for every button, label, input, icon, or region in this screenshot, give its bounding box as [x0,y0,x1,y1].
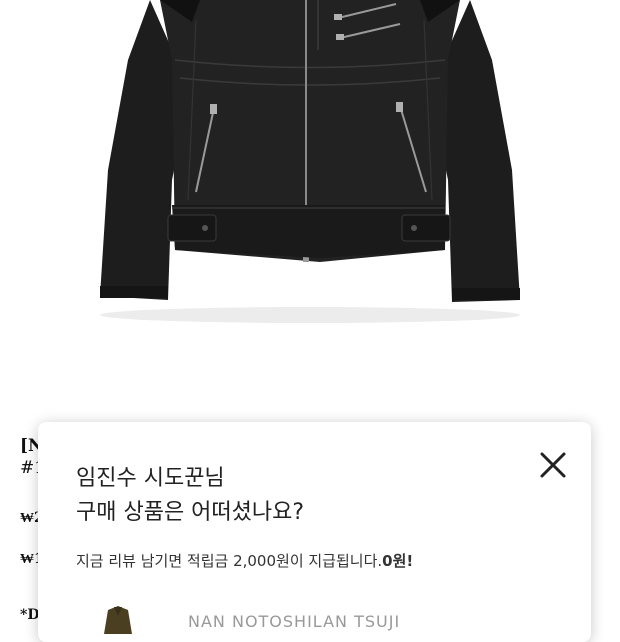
purchased-item-name: NAN NOTOSHILAN TSUJI [188,612,401,631]
close-button[interactable] [538,450,568,480]
product-image [100,0,520,323]
reward-message-text: 지금 리뷰 남기면 적립금 2,000원이 지급됩니다. [76,552,383,570]
notice-partial: *D [20,607,40,623]
reward-amount: 0원! [382,552,414,570]
modal-title: 임진수 시도꾼님 구매 상품은 어떠셨나요? [76,462,304,530]
reward-message: 지금 리뷰 남기면 적립금 2,000원이 지급됩니다.0원! [76,550,413,571]
close-icon [540,452,566,478]
modal-title-question: 구매 상품은 어떠셨나요? [76,500,305,525]
purchased-item-thumbnail[interactable] [96,604,140,634]
modal-title-greeting: 임진수 시도꾼님 [76,466,225,491]
review-prompt-modal: 임진수 시도꾼님 구매 상품은 어떠셨나요? 지금 리뷰 남기면 적립금 2,0… [38,422,591,642]
